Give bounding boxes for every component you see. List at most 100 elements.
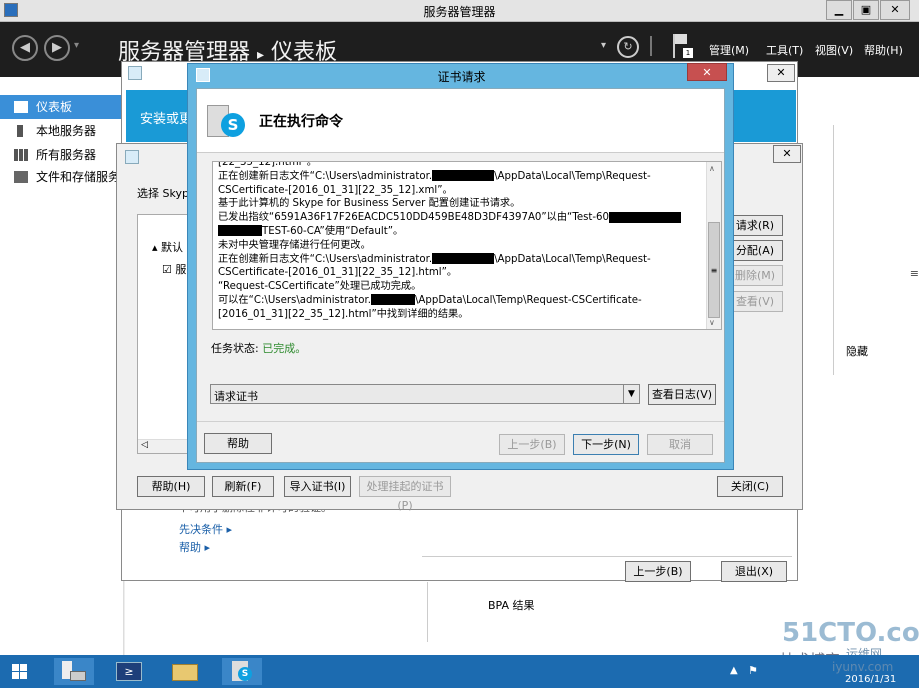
view-button[interactable]: 查看(V) [727,291,783,312]
sidebar-item-label: 文件和存储服务 [36,170,121,184]
command-log[interactable]: [22_35_12].html”。正在创建新日志文件“C:\Users\admi… [212,161,722,330]
view-log-button[interactable]: 查看日志(V) [648,384,716,405]
refresh-button[interactable]: 刷新(F) [212,476,274,497]
server-icon [17,125,23,137]
skype-server-icon: S [207,99,245,139]
log-text: [2016_01_31][22_35_12].html”中找到详细的结果。 [218,308,469,320]
horizontal-scrollbar[interactable]: ◁ [138,439,191,453]
task-status: 任务状态: 已完成。 [211,340,306,356]
log-text: \AppData\Local\Temp\Request- [494,170,651,182]
sidebar-item-storage[interactable]: 文件和存储服务 [0,165,124,189]
menu-view[interactable]: 视图(V) [815,42,853,58]
log-line: 正在创建新日志文件“C:\Users\administrator. \AppDat… [218,170,703,184]
divider [427,582,428,642]
certificate-wizard-icon [125,150,139,164]
dialog-close-button[interactable]: ✕ [687,63,727,81]
log-line: [2016_01_31][22_35_12].html”中找到详细的结果。 [218,308,703,322]
log-text: CSCertificate-[2016_01_31][22_35_12].xml… [218,184,453,196]
select-label: 选择 Skyp [137,187,189,200]
log-text: [22_35_12].html”。 [218,161,317,168]
cancel-button[interactable]: 取消 [647,434,713,455]
assign-button[interactable]: 分配(A) [727,240,783,261]
start-icon[interactable] [0,658,40,685]
hide-label[interactable]: 隐藏 [846,343,868,359]
forward-icon[interactable]: ▶ [44,35,70,61]
log-line: 已发出指纹“6591A36F17F26EACDC510DD459BE48D3DF… [218,211,703,225]
minimize-button[interactable]: ▁ [826,0,852,20]
sidebar-item-label: 仪表板 [36,100,73,114]
log-line: CSCertificate-[2016_01_31][22_35_12].xml… [218,184,703,198]
maximize-button[interactable]: ▣ [853,0,879,20]
storage-icon [14,171,28,183]
process-pending-button[interactable]: 处理挂起的证书(P) [359,476,451,512]
refresh-dropdown-icon[interactable]: ▾ [601,40,606,51]
prereq-link[interactable]: 先决条件 ▸ [179,521,232,537]
redaction-block [218,225,262,237]
explorer-icon[interactable] [166,658,206,685]
tree-node-default[interactable]: ▴ 默认 [152,239,183,255]
next-button[interactable]: 下一步(N) [573,434,639,455]
powershell-icon[interactable]: ≥ [110,658,150,685]
log-text: 可以在“C:\Users\administrator. [218,294,371,306]
right-panel: 隐藏 [833,125,919,375]
close-dialog-button[interactable]: 关闭(C) [717,476,783,497]
bpa-label: BPA 结果 [488,599,535,612]
import-certificate-button[interactable]: 导入证书(I) [284,476,351,497]
log-text: 基于此计算机的 Skype for Business Server 配置创建证书… [218,198,521,210]
wizard-close-button[interactable]: ✕ [767,64,795,82]
sidebar-item-all-servers[interactable]: 所有服务器 [0,143,124,167]
log-line: 未对中央管理存储进行任何更改。 [218,239,703,253]
taskbar: ≥ S ▲ ⚑ 2016/1/31 [0,655,919,688]
menu-help[interactable]: 帮助(H) [864,42,903,58]
sidebar-item-dashboard[interactable]: 仪表板 [0,95,124,119]
refresh-icon[interactable]: ↻ [617,36,639,58]
log-text: 正在创建新日志文件“C:\Users\administrator. [218,253,433,265]
wizard-exit-button[interactable]: 退出(X) [721,561,787,582]
sidebar-item-local-server[interactable]: 本地服务器 [0,119,124,143]
scrollbar-grip-icon[interactable]: ≡ [910,267,919,280]
divider [197,421,724,422]
command-select-value: 请求证书 [214,390,258,403]
prev-button[interactable]: 上一步(B) [499,434,565,455]
help-link[interactable]: 帮助 ▸ [179,539,210,555]
menu-manage[interactable]: 管理(M) [709,42,749,58]
help-button[interactable]: 帮助(H) [137,476,205,497]
dashboard-icon [14,101,28,113]
divider [650,36,652,56]
log-text: CSCertificate-[2016_01_31][22_35_12].htm… [218,267,458,279]
watermark-url: iyunv.com [832,660,894,674]
server-manager-icon[interactable] [54,658,94,685]
notification-flag-icon[interactable]: 1 [671,34,693,58]
log-text: 正在创建新日志文件“C:\Users\administrator. [218,170,433,182]
task-status-value: 已完成。 [262,342,307,355]
log-line: [22_35_12].html”。 [218,161,703,170]
sidebar-item-label: 所有服务器 [36,148,97,162]
log-line: TEST-60-CA”使用“Default”。 [218,225,703,239]
menu-tools[interactable]: 工具(T) [766,42,803,58]
tray-expand-icon[interactable]: ▲ [730,665,738,676]
dropdown-arrow-icon[interactable]: ▼ [623,385,639,403]
close-button[interactable]: ✕ [880,0,910,20]
sidebar-item-label: 本地服务器 [36,124,97,138]
log-line: 可以在“C:\Users\administrator. \AppData\Loca… [218,294,703,308]
divider [422,556,792,557]
log-scrollbar[interactable]: ∧ ≡ ∨ [706,162,721,329]
tray-flag-icon[interactable]: ⚑ [748,664,758,677]
tree-node-checked[interactable]: ☑ 服 [162,261,186,277]
log-line: 基于此计算机的 Skype for Business Server 配置创建证书… [218,197,703,211]
log-lines: [22_35_12].html”。正在创建新日志文件“C:\Users\admi… [218,161,703,322]
request-button[interactable]: 请求(R) [727,215,783,236]
certificate-tree[interactable]: ▴ 默认 ☑ 服 ◁ [137,214,192,454]
log-text: “Request-CSCertificate”处理已成功完成。 [218,281,422,293]
command-select[interactable]: 请求证书 ▼ [210,384,640,404]
back-icon[interactable]: ◀ [12,35,38,61]
log-text: \AppData\Local\Temp\Request-CSCertificat… [414,294,642,306]
skype-deploy-icon[interactable]: S [222,658,262,685]
dialog-title: 证书请求 [437,70,486,84]
certificate-wizard-close-button[interactable]: ✕ [773,145,801,163]
delete-button[interactable]: 删除(M) [727,265,783,286]
clock-date[interactable]: 2016/1/31 [845,674,896,685]
history-dropdown-icon[interactable]: ▾ [74,40,79,51]
help-button[interactable]: 帮助 [204,433,272,454]
wizard-prev-button[interactable]: 上一步(B) [625,561,691,582]
